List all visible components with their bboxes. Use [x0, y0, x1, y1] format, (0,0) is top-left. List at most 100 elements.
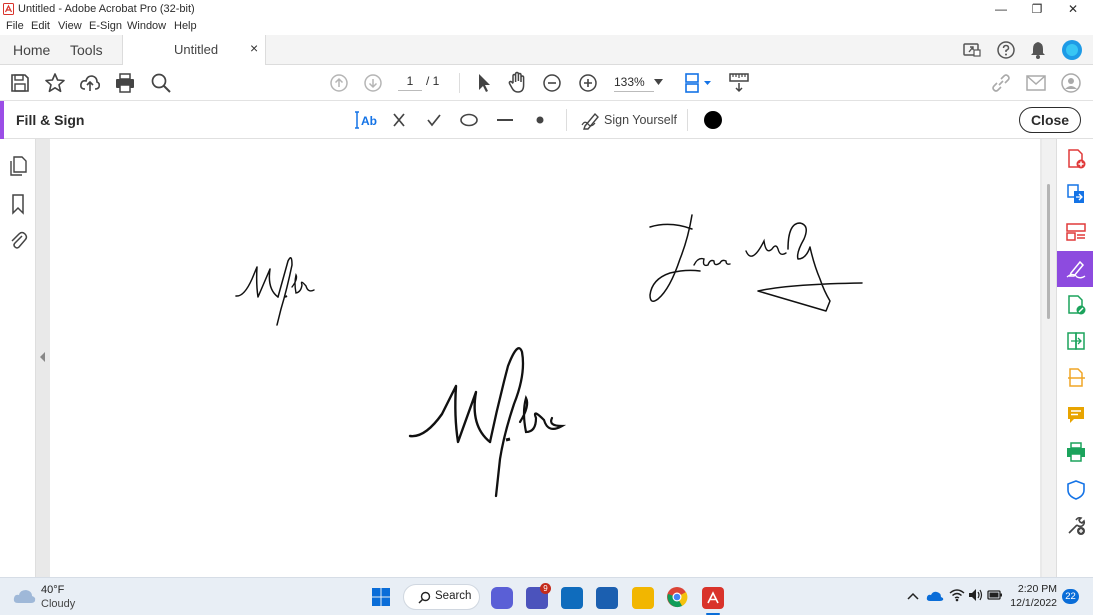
fill-sign-accent: [0, 101, 4, 139]
show-hidden-icons-chevron-icon[interactable]: [907, 591, 919, 601]
notifications-bell-icon[interactable]: [1029, 40, 1047, 60]
taskbar-search-label: Search: [435, 590, 472, 602]
sign-yourself-button[interactable]: Sign Yourself: [581, 109, 677, 131]
volume-icon[interactable]: [968, 588, 984, 602]
print-icon[interactable]: [114, 72, 136, 94]
acrobat-logo-icon: [3, 3, 14, 15]
combine-files-icon[interactable]: [1065, 330, 1087, 352]
taskbar-acrobat-icon[interactable]: [702, 587, 724, 609]
search-icon[interactable]: [150, 72, 172, 94]
scrolling-mode-icon[interactable]: [728, 71, 750, 93]
tab-home[interactable]: Home: [13, 35, 50, 65]
wifi-icon[interactable]: [949, 588, 965, 602]
create-pdf-icon[interactable]: [1065, 148, 1087, 170]
tab-tools[interactable]: Tools: [70, 35, 103, 65]
weather-cloud-icon[interactable]: [13, 587, 37, 605]
collapse-left-panel-icon[interactable]: [39, 351, 47, 363]
page-thumbnails-icon[interactable]: [8, 155, 28, 177]
right-tools-rail: [1056, 139, 1093, 577]
more-tools-icon[interactable]: [1065, 515, 1087, 537]
previous-page-icon[interactable]: [329, 73, 349, 93]
edit-pdf-icon[interactable]: [1065, 294, 1087, 316]
fill-sign-toolbar: Fill & Sign Ab Sign Yourself: [0, 101, 1093, 139]
title-bar: Untitled - Adobe Acrobat Pro (32-bit) — …: [0, 0, 1093, 18]
bookmark-star-icon[interactable]: [44, 72, 66, 94]
print-production-icon[interactable]: [1065, 441, 1087, 463]
line-icon[interactable]: [495, 112, 515, 128]
comment-icon[interactable]: [1065, 404, 1087, 426]
acrobat-glyph-icon: [707, 591, 719, 604]
window-close-button[interactable]: ✕: [1055, 0, 1091, 18]
taskbar-chat-icon[interactable]: [491, 587, 513, 609]
taskbar-clock-date[interactable]: 12/1/2022: [1008, 597, 1057, 609]
zoom-in-icon[interactable]: [578, 73, 598, 93]
add-text-icon[interactable]: Ab: [353, 109, 377, 131]
menu-esign[interactable]: E-Sign: [89, 20, 122, 32]
cross-mark-icon[interactable]: [390, 111, 408, 129]
link-share-icon[interactable]: [990, 73, 1012, 93]
tab-close-button[interactable]: ×: [250, 40, 258, 56]
close-fill-sign-button[interactable]: Close: [1019, 107, 1081, 133]
taskbar-file-explorer-icon[interactable]: [632, 587, 654, 609]
share-screen-icon[interactable]: [962, 40, 982, 60]
page-display-mode-icon[interactable]: [684, 72, 714, 94]
menu-bar: File Edit View E-Sign Window Help: [0, 18, 1093, 36]
help-icon[interactable]: [996, 40, 1016, 60]
taskbar-search-box[interactable]: Search: [403, 584, 480, 610]
scan-icon[interactable]: [1065, 367, 1087, 389]
menu-window[interactable]: Window: [127, 20, 166, 32]
account-avatar-icon[interactable]: [1061, 39, 1083, 61]
taskbar-store-icon[interactable]: [596, 587, 618, 609]
zoom-level-field[interactable]: 133%: [614, 75, 654, 92]
fill-sign-tool-active[interactable]: [1057, 251, 1093, 287]
taskbar-chrome-icon[interactable]: [666, 586, 688, 608]
hand-tool-icon[interactable]: [507, 71, 529, 95]
maximize-button[interactable]: ❐: [1019, 0, 1055, 18]
zoom-dropdown-caret-icon[interactable]: [654, 79, 663, 85]
export-pdf-icon[interactable]: [1065, 183, 1087, 205]
bookmarks-icon[interactable]: [9, 193, 27, 215]
scrollbar-thumb[interactable]: [1047, 184, 1050, 319]
check-mark-icon[interactable]: [425, 111, 443, 129]
document-viewport[interactable]: [36, 139, 1042, 577]
taskbar-outlook-icon[interactable]: [561, 587, 583, 609]
next-page-icon[interactable]: [363, 73, 383, 93]
save-icon[interactable]: [10, 73, 30, 93]
minimize-button[interactable]: —: [983, 0, 1019, 18]
vertical-scrollbar[interactable]: [1042, 139, 1056, 577]
menu-view[interactable]: View: [58, 20, 82, 32]
organize-pages-icon[interactable]: [1065, 221, 1087, 243]
fill-sign-divider: [566, 109, 567, 131]
color-picker-swatch[interactable]: [704, 111, 722, 129]
window-title: Untitled - Adobe Acrobat Pro (32-bit): [18, 3, 195, 15]
pdf-page[interactable]: [50, 139, 1040, 577]
dot-icon[interactable]: [532, 112, 548, 128]
protect-icon[interactable]: [1065, 479, 1087, 501]
tab-document[interactable]: Untitled ×: [122, 35, 266, 66]
attachments-icon[interactable]: [8, 229, 28, 251]
menu-help[interactable]: Help: [174, 20, 197, 32]
windows-start-icon[interactable]: [371, 587, 391, 607]
email-icon[interactable]: [1025, 74, 1047, 92]
menu-edit[interactable]: Edit: [31, 20, 50, 32]
zoom-out-icon[interactable]: [542, 73, 562, 93]
signature-small[interactable]: [230, 239, 340, 334]
windows-taskbar: 40°F Cloudy Search 9 2:20 PM 12/1/2022 2…: [0, 577, 1093, 615]
sign-yourself-label: Sign Yourself: [604, 113, 677, 127]
signature-full-name[interactable]: [630, 209, 880, 319]
tab-document-label: Untitled: [174, 42, 219, 57]
signature-initials[interactable]: [390, 334, 590, 509]
battery-icon[interactable]: [987, 589, 1003, 601]
taskbar-clock-time[interactable]: 2:20 PM: [1011, 583, 1057, 595]
add-people-icon[interactable]: [1060, 72, 1082, 94]
onedrive-icon[interactable]: [926, 589, 944, 602]
main-toolbar: 1 / 1 133%: [0, 65, 1093, 101]
upload-cloud-icon[interactable]: [79, 72, 101, 94]
weather-description: Cloudy: [41, 598, 76, 610]
svg-text:Ab: Ab: [361, 114, 377, 128]
menu-file[interactable]: File: [6, 20, 24, 32]
ellipse-icon[interactable]: [459, 112, 479, 128]
notification-center-badge[interactable]: 22: [1062, 589, 1079, 604]
page-number-input[interactable]: 1: [398, 74, 422, 91]
select-cursor-icon[interactable]: [474, 72, 494, 94]
